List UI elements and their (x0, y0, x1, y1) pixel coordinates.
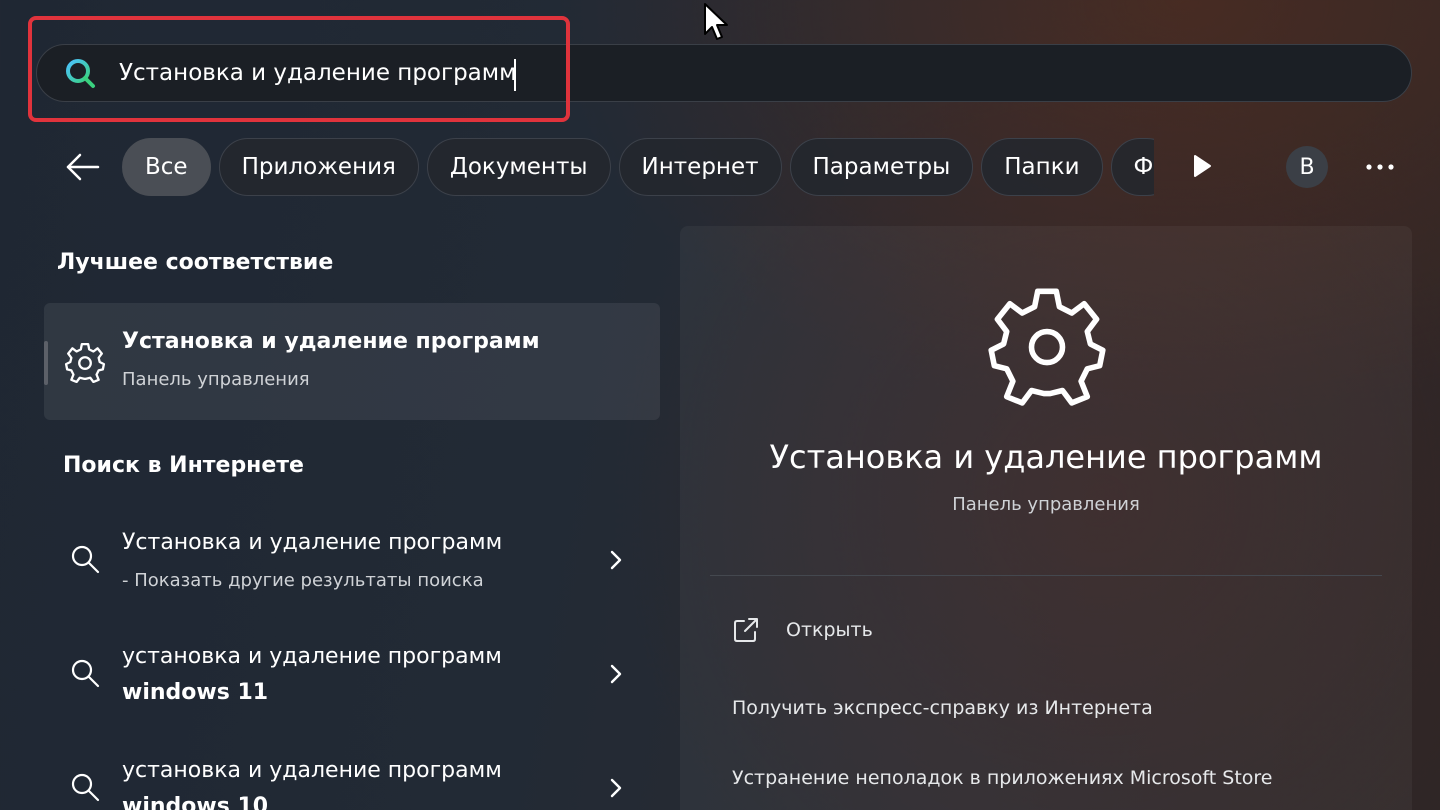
mouse-cursor-icon (702, 2, 730, 42)
tab-photos[interactable]: Ф (1110, 138, 1154, 196)
best-match-subtitle: Панель управления (122, 369, 310, 390)
more-icon (1366, 164, 1394, 170)
preview-subtitle: Панель управления (952, 494, 1140, 515)
web-result-title: Установка и удаление программ (122, 530, 503, 555)
web-search-heading: Поиск в Интернете (63, 453, 304, 478)
chevron-right-icon (610, 778, 622, 798)
chevron-right-icon (610, 550, 622, 570)
search-icon (71, 545, 100, 574)
avatar[interactable]: B (1286, 146, 1328, 188)
back-button[interactable] (60, 145, 104, 189)
tab-internet[interactable]: Интернет (618, 138, 782, 196)
search-icon (71, 659, 100, 688)
gear-icon (64, 342, 106, 383)
selection-indicator (44, 341, 48, 385)
tab-apps[interactable]: Приложения (218, 138, 419, 196)
tab-all[interactable]: Все (122, 138, 211, 196)
best-match-item[interactable]: Установка и удаление программ Панель упр… (44, 303, 660, 420)
scroll-tabs-button[interactable] (1184, 148, 1220, 184)
preview-pane: Установка и удаление программ Панель упр… (680, 226, 1412, 810)
web-result-item[interactable]: Установка и удаление программ - Показать… (44, 520, 660, 620)
web-result-item[interactable]: установка и удаление программ windows 10 (44, 748, 660, 810)
play-icon (1194, 155, 1211, 177)
tab-documents[interactable]: Документы (426, 138, 611, 196)
best-match-title: Установка и удаление программ (122, 329, 540, 354)
web-result-item[interactable]: установка и удаление программ windows 11 (44, 634, 660, 734)
web-result-subtitle: - Показать другие результаты поиска (122, 570, 484, 591)
web-result-title: установка и удаление программ (122, 758, 502, 783)
back-arrow-icon (66, 153, 100, 181)
web-result-title: установка и удаление программ (122, 644, 502, 669)
tab-folders[interactable]: Папки (981, 138, 1103, 196)
highlight-annotation (28, 16, 570, 122)
quick-help-action[interactable]: Получить экспресс-справку из Интернета (732, 697, 1153, 719)
web-result-title-bold: windows 10 (122, 794, 269, 810)
best-match-heading: Лучшее соответствие (57, 250, 334, 275)
gear-icon (988, 288, 1106, 406)
divider (710, 575, 1382, 576)
troubleshoot-action[interactable]: Устранение неполадок в приложениях Micro… (732, 767, 1272, 789)
filter-tabs: Все Приложения Документы Интернет Параме… (122, 137, 1154, 197)
preview-title: Установка и удаление программ (769, 438, 1323, 476)
search-icon (71, 773, 100, 802)
tab-settings[interactable]: Параметры (789, 138, 974, 196)
open-external-icon (734, 618, 758, 642)
more-options-button[interactable] (1360, 146, 1400, 188)
open-action[interactable]: Открыть (786, 619, 873, 641)
chevron-right-icon (610, 664, 622, 684)
web-result-title-bold: windows 11 (122, 680, 269, 705)
